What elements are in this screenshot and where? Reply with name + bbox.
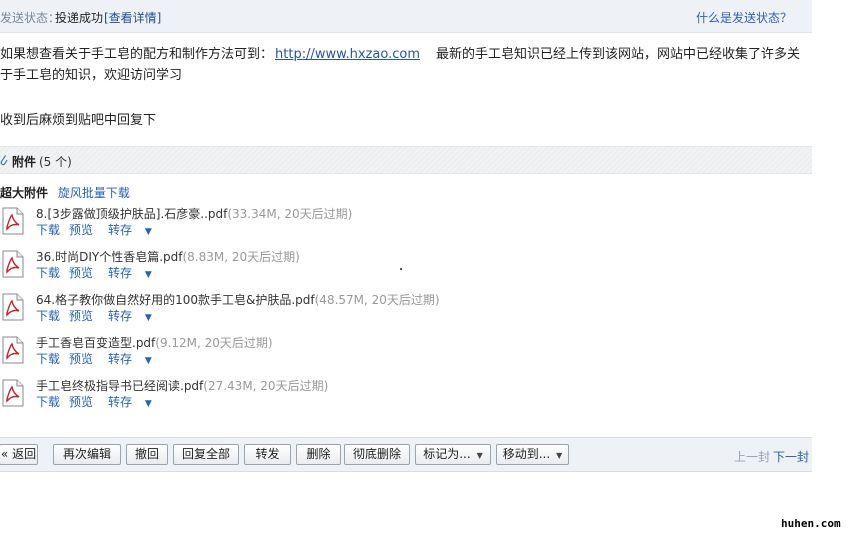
pdf-file-icon xyxy=(2,250,24,278)
send-status-label: 发送状态： xyxy=(0,11,61,25)
attachment-file-meta: (48.57M, 20天后过期) xyxy=(314,293,440,307)
attachments-title: 附件 xyxy=(12,155,37,169)
send-status-bar: 发送状态： 投递成功 [查看详情] 什么是发送状态？ xyxy=(0,0,812,33)
stray-dot xyxy=(400,268,402,270)
download-link[interactable]: 下载 xyxy=(36,309,60,323)
caret-down-icon: ▼ xyxy=(144,313,152,323)
delete-button[interactable]: 删除 xyxy=(296,444,341,465)
message-line1-prefix: 如果想查看关于手工皂的配方和制作方法可到： xyxy=(0,47,274,62)
attachment-list: 8.[3步露做顶级护肤品].石彦豪..pdf(33.34M, 20天后过期) 下… xyxy=(0,205,600,420)
preview-link[interactable]: 预览 xyxy=(69,352,93,366)
send-status-value: 投递成功 xyxy=(55,11,104,25)
attachment-file-name: 手工皂终极指导书已经阅读.pdf xyxy=(36,379,204,393)
caret-down-icon: ▼ xyxy=(476,451,483,460)
attachment-item: 手工皂终极指导书已经阅读.pdf(27.43M, 20天后过期) 下载 预览 转存 … xyxy=(0,377,600,420)
attachments-count: (5 个) xyxy=(39,155,72,169)
pdf-file-icon xyxy=(2,336,24,364)
caret-down-icon: ▼ xyxy=(144,399,152,409)
paperclip-icon xyxy=(0,155,8,166)
save-to-link[interactable]: 转存 ▼ xyxy=(108,223,161,237)
caret-down-icon: ▼ xyxy=(144,270,152,280)
save-to-link[interactable]: 转存 ▼ xyxy=(108,266,161,280)
attachments-header: 附件 (5 个) xyxy=(0,146,812,174)
save-to-link[interactable]: 转存 ▼ xyxy=(108,395,161,409)
attachment-file-meta: (8.83M, 20天后过期) xyxy=(182,250,300,264)
message-paragraph-2: 收到后麻烦到贴吧中回复下 xyxy=(0,113,157,128)
mail-toolbar: « 返回 再次编辑 撤回 回复全部 转发 删除 彻底删除 标记为... ▼ 移动到… xyxy=(0,437,812,472)
attachment-item: 手工香皂百变造型.pdf(9.12M, 20天后过期) 下载 预览 转存 ▼ xyxy=(0,334,600,377)
download-link[interactable]: 下载 xyxy=(36,223,60,237)
attachment-file-name: 手工香皂百变造型.pdf xyxy=(36,336,156,350)
preview-link[interactable]: 预览 xyxy=(69,266,93,280)
caret-down-icon: ▼ xyxy=(144,356,152,366)
mark-as-dropdown[interactable]: 标记为... ▼ xyxy=(415,444,491,465)
attachment-file-meta: (9.12M, 20天后过期) xyxy=(155,336,273,350)
download-link[interactable]: 下载 xyxy=(36,352,60,366)
message-body: 如果想查看关于手工皂的配方和制作方法可到： http://www.hxzao.co… xyxy=(0,44,805,128)
attachment-file-name: 8.[3步露做顶级护肤品].石彦豪..pdf xyxy=(36,207,228,221)
super-attachment-label: 超大附件 xyxy=(0,186,49,200)
reply-all-button[interactable]: 回复全部 xyxy=(173,444,239,465)
back-button[interactable]: « 返回 xyxy=(0,444,38,465)
what-is-send-status-link[interactable]: 什么是发送状态？ xyxy=(696,9,792,26)
preview-link[interactable]: 预览 xyxy=(69,223,93,237)
move-to-label: 移动到... xyxy=(502,447,551,461)
save-to-link[interactable]: 转存 ▼ xyxy=(108,352,161,366)
delete-permanently-button[interactable]: 彻底删除 xyxy=(344,444,410,465)
preview-link[interactable]: 预览 xyxy=(69,395,93,409)
attachment-file-name: 36.时尚DIY个性香皂篇.pdf xyxy=(36,250,183,264)
next-mail-link[interactable]: 下一封 xyxy=(773,448,809,465)
forward-button[interactable]: 转发 xyxy=(244,444,291,465)
attachment-item: 36.时尚DIY个性香皂篇.pdf(8.83M, 20天后过期) 下载 预览 转存 … xyxy=(0,248,600,291)
recall-button[interactable]: 撤回 xyxy=(126,444,168,465)
download-link[interactable]: 下载 xyxy=(36,395,60,409)
move-to-dropdown[interactable]: 移动到... ▼ xyxy=(496,444,569,465)
pdf-file-icon xyxy=(2,293,24,321)
download-link[interactable]: 下载 xyxy=(36,266,60,280)
attachment-item: 8.[3步露做顶级护肤品].石彦豪..pdf(33.34M, 20天后过期) 下… xyxy=(0,205,600,248)
attachment-file-meta: (27.43M, 20天后过期) xyxy=(203,379,329,393)
caret-down-icon: ▼ xyxy=(556,451,563,460)
pdf-file-icon xyxy=(2,207,24,235)
caret-down-icon: ▼ xyxy=(144,227,152,237)
attachment-file-meta: (33.34M, 20天后过期) xyxy=(227,207,353,221)
reedit-button[interactable]: 再次编辑 xyxy=(53,444,121,465)
message-paragraph-1: 如果想查看关于手工皂的配方和制作方法可到： http://www.hxzao.co… xyxy=(0,44,805,86)
super-attachment-row: 超大附件 旋风批量下载 xyxy=(0,184,130,201)
attachment-file-name: 64.格子教你做自然好用的100款手工皂&护肤品.pdf xyxy=(36,293,315,307)
pdf-file-icon xyxy=(2,379,24,407)
attachment-item: 64.格子教你做自然好用的100款手工皂&护肤品.pdf(48.57M, 20天… xyxy=(0,291,600,334)
view-details-link[interactable]: [查看详情] xyxy=(104,9,161,26)
mark-as-label: 标记为... xyxy=(423,447,471,461)
batch-download-link[interactable]: 旋风批量下载 xyxy=(58,186,130,200)
preview-link[interactable]: 预览 xyxy=(69,309,93,323)
previous-mail-link[interactable]: 上一封 xyxy=(734,448,770,465)
save-to-link[interactable]: 转存 ▼ xyxy=(108,309,161,323)
website-link[interactable]: http://www.hxzao.com xyxy=(275,47,420,62)
watermark-text: huhen.com xyxy=(781,517,841,530)
